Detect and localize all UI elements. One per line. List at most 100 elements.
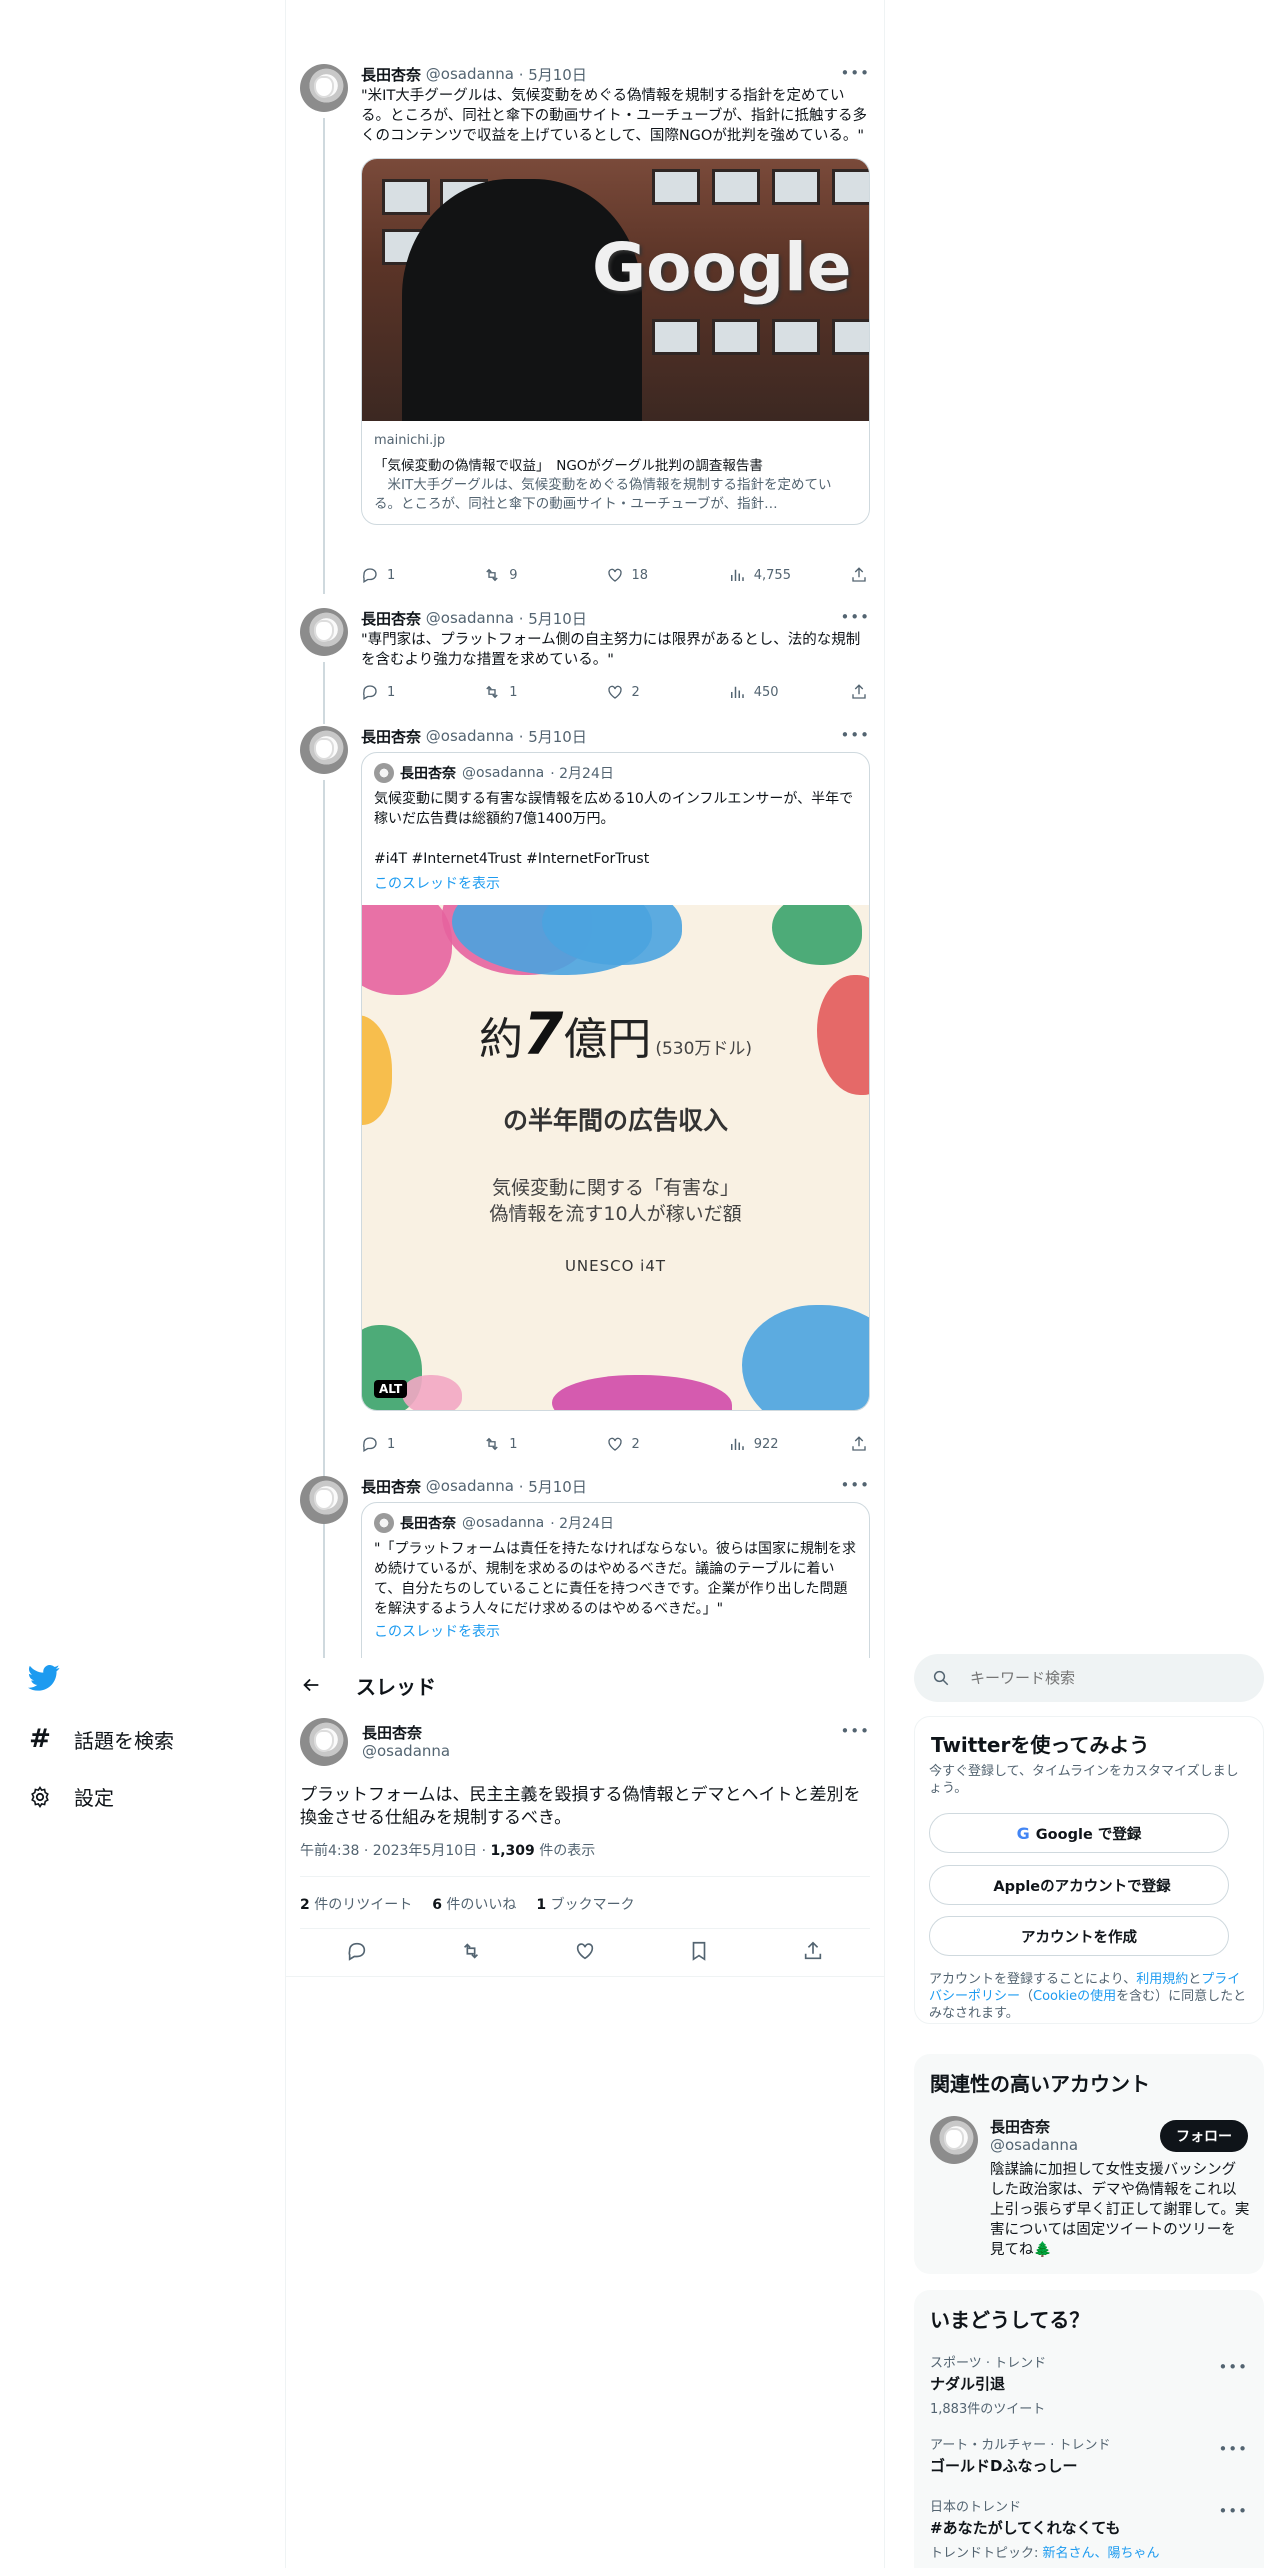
tweet-timestamp[interactable]: 午前4:38 · 2023年5月10日 · 1,309 件の表示 [300, 1840, 595, 1860]
gear-icon [31, 1785, 49, 1808]
more-icon[interactable]: ••• [840, 1476, 870, 1494]
author-name[interactable]: 長田杏奈 [361, 608, 421, 629]
avatar[interactable] [300, 64, 348, 112]
avatar[interactable] [930, 2116, 978, 2164]
share-button[interactable] [850, 683, 870, 701]
tweet-date[interactable]: · 5月10日 [519, 1476, 587, 1497]
author-handle[interactable]: @osadanna [362, 1742, 450, 1760]
avatar[interactable] [300, 1476, 348, 1524]
quote-author-name: 長田杏奈 [400, 1516, 456, 1532]
alt-badge[interactable]: ALT [374, 1380, 408, 1398]
promo-line-2: 偽情報を流す10人が稼いだ額 [489, 1203, 742, 1225]
tweet-actions: 1 1 2 450 [361, 682, 870, 702]
reply-button[interactable]: 1 [361, 683, 471, 701]
avatar[interactable] [300, 726, 348, 774]
views-button[interactable]: 922 [728, 1435, 838, 1453]
heart-icon [607, 1437, 622, 1451]
search-input[interactable] [970, 1666, 1240, 1690]
author-name[interactable]: 長田杏奈 [361, 64, 421, 85]
like-button[interactable]: 18 [606, 566, 716, 584]
reply-button[interactable]: 1 [361, 566, 471, 584]
share-button[interactable] [850, 566, 870, 584]
more-icon[interactable]: ••• [840, 64, 870, 82]
tweet[interactable]: 長田杏奈 @osadanna · 5月10日 ••• "米IT大手グーグルは、気… [300, 64, 870, 594]
more-icon[interactable]: ••• [840, 726, 870, 744]
retweet-stat[interactable]: 2 件のリツイート [300, 1894, 412, 1914]
retweet-icon [486, 685, 498, 699]
retweet-icon[interactable] [460, 1940, 482, 1962]
more-icon[interactable]: ••• [840, 608, 870, 626]
card-title: 「気候変動の偽情報で収益」 NGOがグーグル批判の調査報告書 [374, 458, 763, 474]
quote-image[interactable]: 約7億円 (530万ドル) の半年間の広告収入 気候変動に関する「有害な」 偽情報… [362, 905, 869, 1410]
quote-hashtags[interactable]: #i4T #Internet4Trust #InternetForTrust [374, 849, 857, 869]
reply-icon [362, 568, 377, 583]
nav-settings[interactable]: 設定 [28, 1782, 114, 1811]
terms-link[interactable]: 利用規約 [1136, 1972, 1188, 1987]
follow-button[interactable]: フォロー [1160, 2120, 1248, 2152]
tweet-date[interactable]: · 5月10日 [519, 726, 587, 747]
more-icon[interactable]: ••• [1218, 2502, 1248, 2520]
author-handle[interactable]: @osadanna [426, 1477, 514, 1495]
nav-explore-label: 話題を検索 [74, 1728, 174, 1753]
author-handle[interactable]: @osadanna [426, 609, 514, 627]
bookmark-stat[interactable]: 1 ブックマーク [536, 1894, 634, 1914]
back-arrow-icon[interactable] [300, 1674, 322, 1696]
heart-icon[interactable] [574, 1940, 596, 1962]
reply-icon[interactable] [346, 1940, 368, 1962]
retweet-button[interactable]: 1 [483, 683, 593, 701]
avatar[interactable] [300, 1718, 348, 1766]
views-button[interactable]: 450 [728, 683, 838, 701]
twitter-logo-icon[interactable] [28, 1664, 60, 1692]
trend-topic-link[interactable]: 新名さん、陽ちゃん [1043, 2546, 1160, 2561]
tweet-date[interactable]: · 5月10日 [519, 608, 587, 629]
author-handle[interactable]: @osadanna [426, 65, 514, 83]
trend-item[interactable]: スポーツ · トレンド ナダル引退 1,883件のツイート ••• [930, 2352, 1248, 2417]
thread-connector [323, 780, 325, 1530]
avatar[interactable] [300, 608, 348, 656]
like-button[interactable]: 2 [606, 683, 716, 701]
retweet-button[interactable]: 9 [483, 566, 593, 584]
search-bar[interactable] [914, 1654, 1264, 1702]
tweet[interactable]: 長田杏奈 @osadanna · 5月10日 ••• 長田杏奈 @osadann… [300, 726, 870, 1530]
quote-tweet[interactable]: 長田杏奈 @osadanna · 2月24日 気候変動に関する有害な誤情報を広め… [361, 752, 870, 1411]
tweet-date[interactable]: · 5月10日 [519, 64, 587, 85]
quote-avatar [374, 1513, 394, 1533]
share-icon [852, 684, 866, 699]
retweet-button[interactable]: 1 [483, 1435, 593, 1453]
more-icon[interactable]: ••• [1218, 2440, 1248, 2458]
reply-button[interactable]: 1 [361, 1435, 471, 1453]
signup-title: Twitterを使ってみよう [931, 1733, 1150, 1757]
author-handle[interactable]: @osadanna [426, 727, 514, 745]
like-button[interactable]: 2 [606, 1435, 716, 1453]
google-signup-button[interactable]: G Google で登録 [929, 1813, 1229, 1853]
share-button[interactable] [850, 1435, 870, 1453]
author-name[interactable]: 長田杏奈 [362, 1722, 422, 1743]
column-divider-left [285, 0, 286, 2568]
page: 長田杏奈 @osadanna · 5月10日 ••• "米IT大手グーグルは、気… [0, 0, 1284, 2568]
link-card[interactable]: Google mainichi.jp 「気候変動の偽情報で収益」 NGOがグーグ… [361, 158, 870, 525]
related-handle[interactable]: @osadanna [990, 2136, 1078, 2154]
apple-signup-button[interactable]: Appleのアカウントで登録 [929, 1865, 1229, 1905]
trend-item[interactable]: アート・カルチャー · トレンド ゴールドDふなっしー ••• [930, 2434, 1248, 2476]
trend-item[interactable]: 日本のトレンド #あなたがしてくれなくても トレンドトピック: 新名さん、陽ちゃ… [930, 2496, 1248, 2561]
nav-explore[interactable]: # 話題を検索 [28, 1724, 174, 1754]
show-thread-link[interactable]: このスレッドを表示 [374, 873, 857, 893]
like-count: 2 [631, 684, 640, 700]
related-name[interactable]: 長田杏奈 [990, 2116, 1050, 2137]
tweet[interactable]: 長田杏奈 @osadanna · 5月10日 ••• "専門家は、プラットフォー… [300, 608, 870, 724]
more-icon[interactable]: ••• [840, 1722, 870, 1740]
quote-author-handle: @osadanna [462, 1515, 545, 1531]
author-name[interactable]: 長田杏奈 [361, 1476, 421, 1497]
share-icon[interactable] [802, 1940, 824, 1962]
tweet[interactable]: 長田杏奈 @osadanna · 5月10日 ••• 長田杏奈 @osadann… [300, 1476, 870, 1658]
cookie-link[interactable]: Cookieの使用 [1033, 1989, 1116, 2004]
quote-tweet[interactable]: 長田杏奈 @osadanna · 2月24日 "「プラットフォームは責任を持たな… [361, 1502, 870, 1658]
author-name[interactable]: 長田杏奈 [361, 726, 421, 747]
heart-icon [607, 568, 622, 582]
views-button[interactable]: 4,755 [728, 566, 838, 584]
show-thread-link[interactable]: このスレッドを表示 [374, 1621, 857, 1641]
like-stat[interactable]: 6 件のいいね [432, 1894, 516, 1914]
more-icon[interactable]: ••• [1218, 2358, 1248, 2376]
create-account-button[interactable]: アカウントを作成 [929, 1916, 1229, 1956]
bookmark-icon[interactable] [688, 1940, 710, 1962]
